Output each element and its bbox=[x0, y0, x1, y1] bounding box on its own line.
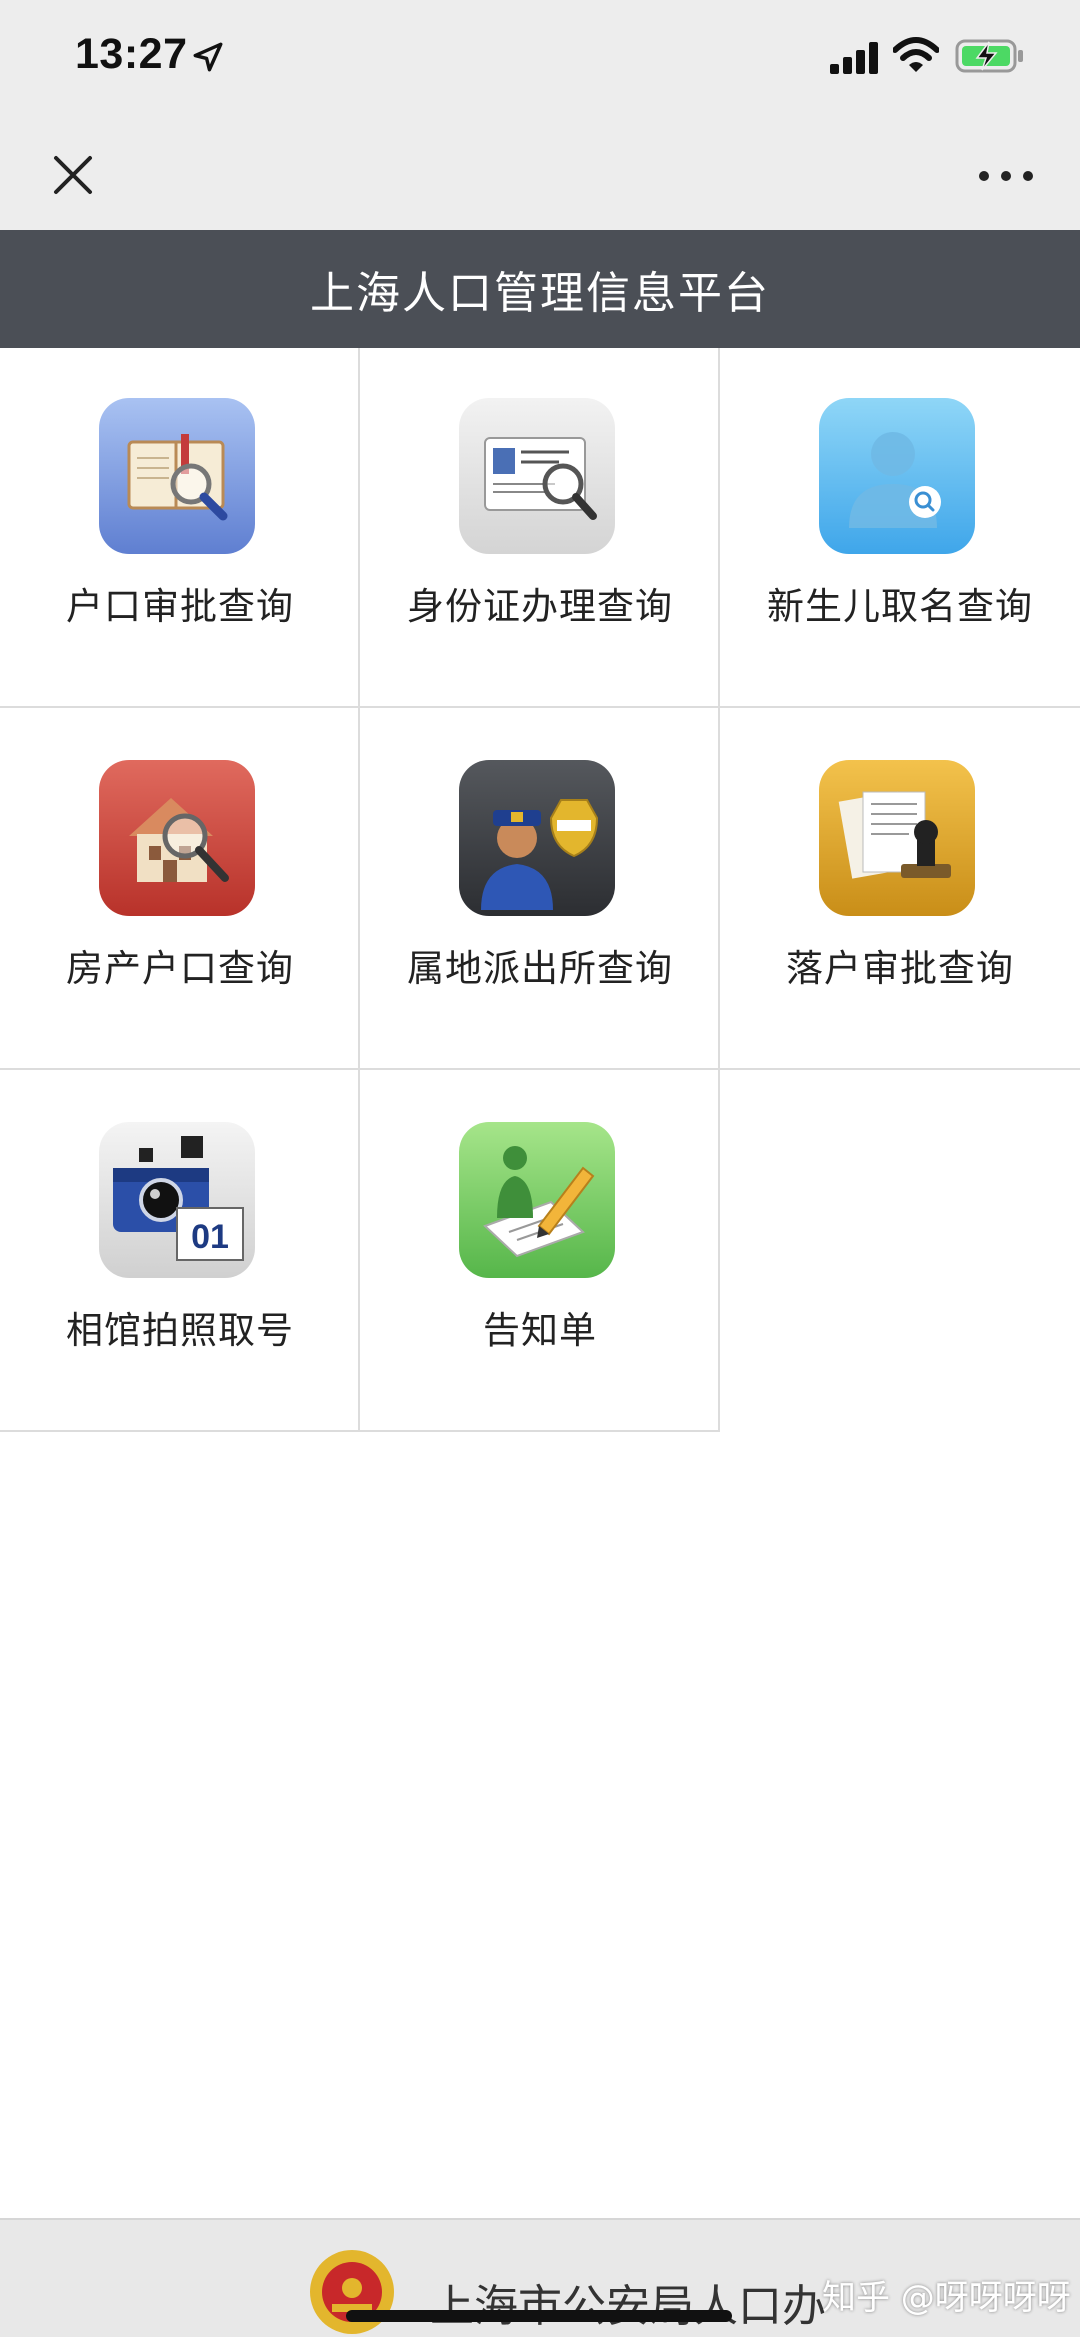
household-book-icon bbox=[99, 398, 255, 554]
grid-item-settlement-approval[interactable]: 落户审批查询 bbox=[720, 710, 1080, 1072]
id-card-icon bbox=[459, 398, 615, 554]
grid-item-label: 属地派出所查询 bbox=[407, 947, 673, 990]
grid-item-label: 新生儿取名查询 bbox=[767, 585, 1033, 628]
grid-item-notice-form[interactable]: 告知单 bbox=[360, 1072, 720, 1434]
stamp-documents-icon bbox=[819, 760, 975, 916]
location-arrow-icon bbox=[193, 42, 223, 72]
close-icon[interactable] bbox=[48, 150, 98, 200]
grid-item-label: 户口审批查询 bbox=[66, 585, 294, 628]
signal-icon bbox=[830, 42, 878, 74]
grid-item-police-station[interactable]: 属地派出所查询 bbox=[360, 710, 720, 1072]
page-header: 上海人口管理信息平台 bbox=[0, 230, 1080, 348]
grid-item-household-approval[interactable]: 户口审批查询 bbox=[0, 348, 360, 710]
battery-charging-icon bbox=[955, 39, 1023, 73]
nav-bar bbox=[0, 118, 1080, 230]
footer-text: 上海市公安局人口办 bbox=[430, 2281, 826, 2332]
camera-number-icon: 01 bbox=[99, 1122, 255, 1278]
grid-item-label: 告知单 bbox=[483, 1309, 597, 1352]
watermark: 知乎 @呀呀呀呀 bbox=[822, 2278, 1071, 2318]
page-title: 上海人口管理信息平台 bbox=[310, 268, 770, 319]
status-time: 13:27 bbox=[75, 30, 188, 78]
police-icon bbox=[459, 760, 615, 916]
police-emblem-icon bbox=[310, 2250, 394, 2334]
grid-item-id-card[interactable]: 身份证办理查询 bbox=[360, 348, 720, 710]
house-search-icon bbox=[99, 760, 255, 916]
svg-text:01: 01 bbox=[191, 1218, 229, 1256]
grid-item-label: 房产户口查询 bbox=[66, 947, 294, 990]
home-indicator bbox=[346, 2310, 732, 2322]
grid-item-label: 落户审批查询 bbox=[786, 947, 1014, 990]
notice-form-icon bbox=[459, 1122, 615, 1278]
grid-item-newborn-name[interactable]: 新生儿取名查询 bbox=[720, 348, 1080, 710]
footer: 上海市公安局人口办 知乎 @呀呀呀呀 bbox=[0, 2218, 1080, 2337]
wifi-icon bbox=[893, 37, 939, 72]
grid-item-photo-studio-number[interactable]: 01 相馆拍照取号 bbox=[0, 1072, 360, 1434]
status-bar: 13:27 bbox=[0, 0, 1080, 118]
grid-item-label: 身份证办理查询 bbox=[407, 585, 673, 628]
person-search-icon bbox=[819, 398, 975, 554]
grid-item-property-household[interactable]: 房产户口查询 bbox=[0, 710, 360, 1072]
more-icon[interactable] bbox=[976, 166, 1036, 186]
grid-item-label: 相馆拍照取号 bbox=[66, 1309, 294, 1352]
